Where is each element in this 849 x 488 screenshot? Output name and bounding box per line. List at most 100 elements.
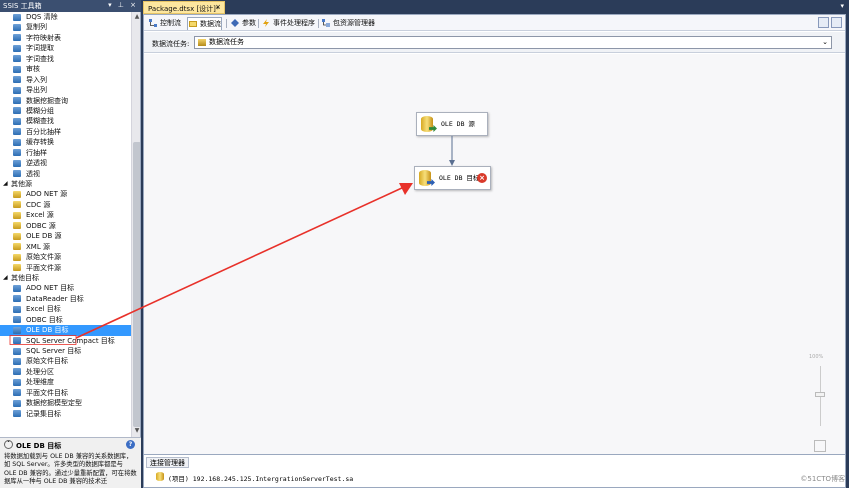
description-text: 将数据加载到与 OLE DB 兼容的关系数据库，如 SQL Server。许多类… bbox=[4, 453, 137, 486]
toolbox-title: SSIS 工具箱 bbox=[3, 2, 42, 10]
layout-icon[interactable] bbox=[831, 17, 842, 28]
tab-event-handlers[interactable]: 事件处理程序 bbox=[261, 17, 315, 30]
toolbox-item[interactable]: 百分比抽样 bbox=[0, 127, 131, 137]
toolbox-item[interactable]: XML 源 bbox=[0, 242, 131, 252]
toolbox-item[interactable]: 字词查找 bbox=[0, 54, 131, 64]
scroll-down-icon[interactable]: ▼ bbox=[133, 427, 140, 435]
toolbox-other-sources: ADO NET 源 CDC 源 Excel 源 ODBC 源 OLE DB 源 … bbox=[0, 189, 131, 273]
data-flow-icon bbox=[189, 21, 197, 27]
cache-transform-icon bbox=[13, 138, 21, 146]
toolbox-item[interactable]: CDC 源 bbox=[0, 200, 131, 210]
toolbox-item[interactable]: 数据挖掘模型定型 bbox=[0, 398, 131, 408]
close-tab-icon[interactable]: × bbox=[215, 3, 221, 11]
export-column-icon bbox=[13, 86, 21, 94]
scroll-up-icon[interactable]: ▲ bbox=[133, 13, 140, 21]
scrollbar-thumb[interactable] bbox=[133, 142, 140, 427]
parameters-icon bbox=[231, 19, 239, 27]
raw-file-source-icon bbox=[13, 253, 21, 261]
document-tab-package[interactable]: Package.dtsx [设计]* × bbox=[143, 1, 225, 14]
toolbox-item[interactable]: ADO NET 源 bbox=[0, 189, 131, 199]
data-flow-task-label: 数据流任务: bbox=[152, 40, 190, 48]
ole-db-source-node[interactable]: OLE DB 源 bbox=[416, 112, 488, 136]
toolbox-item[interactable]: 平面文件源 bbox=[0, 263, 131, 273]
help-icon[interactable]: ? bbox=[126, 440, 135, 449]
toolbox-other-destinations: ADO NET 目标 DataReader 目标 Excel 目标 ODBC 目… bbox=[0, 283, 131, 419]
data-flow-canvas[interactable]: OLE DB 源 OLE DB 目标 × 100% bbox=[144, 54, 845, 454]
zoom-to-fit-icon[interactable] bbox=[818, 17, 829, 28]
toolbox-item[interactable]: ODBC 目标 bbox=[0, 315, 131, 325]
odbc-source-icon bbox=[13, 222, 21, 230]
toolbox-item[interactable]: Excel 目标 bbox=[0, 304, 131, 314]
ole-db-destination-icon bbox=[13, 326, 21, 334]
chevron-down-icon[interactable]: ⌄ bbox=[822, 37, 828, 48]
tab-package-explorer[interactable]: 包资源管理器 bbox=[321, 17, 375, 30]
toolbox-item[interactable]: 逆透视 bbox=[0, 158, 131, 168]
data-flow-task-bar: 数据流任务: 数据流任务 ⌄ bbox=[144, 32, 845, 53]
connection-managers-panel: 连接管理器 (项目) 192.168.245.125.IntergrationS… bbox=[144, 454, 845, 487]
toolbox-item[interactable]: 记录集目标 bbox=[0, 409, 131, 419]
database-icon bbox=[156, 472, 164, 481]
toolbox-item[interactable]: 处理维度 bbox=[0, 377, 131, 387]
toolbox-item[interactable]: ODBC 源 bbox=[0, 221, 131, 231]
toolbox-item[interactable]: 透视 bbox=[0, 169, 131, 179]
tab-separator bbox=[258, 19, 259, 28]
group-other-destinations[interactable]: ◢ 其他目标 bbox=[0, 273, 131, 283]
connection-manager-item[interactable]: (项目) 192.168.245.125.IntergrationServerT… bbox=[156, 472, 353, 483]
tab-parameters[interactable]: 参数 bbox=[230, 17, 256, 30]
row-sampling-icon bbox=[13, 149, 21, 157]
error-icon[interactable]: × bbox=[477, 173, 487, 183]
toolbox-item[interactable]: 字词提取 bbox=[0, 43, 131, 53]
toolbox-item[interactable]: 模糊查找 bbox=[0, 116, 131, 126]
toolbox-item[interactable]: 原始文件源 bbox=[0, 252, 131, 262]
tab-control-flow[interactable]: 控制流 bbox=[148, 17, 181, 30]
toolbox-item[interactable]: 数据挖掘查询 bbox=[0, 96, 131, 106]
designer-tab-strip: 控制流 数据流 参数 事件处理程序 包资源管理器 bbox=[144, 15, 845, 31]
toolbox-item[interactable]: SQL Server 目标 bbox=[0, 346, 131, 356]
ado-net-source-icon bbox=[13, 190, 21, 198]
fuzzy-lookup-icon bbox=[13, 117, 21, 125]
partition-processing-icon bbox=[13, 368, 21, 376]
toolbox-item[interactable]: 原始文件目标 bbox=[0, 356, 131, 366]
audit-icon bbox=[13, 65, 21, 73]
collapse-icon[interactable]: ˇ bbox=[4, 440, 13, 449]
toolbox-item[interactable]: 平面文件目标 bbox=[0, 388, 131, 398]
tab-data-flow[interactable]: 数据流 bbox=[187, 17, 222, 30]
toolbox-scrollbar[interactable]: ▲ ▼ bbox=[131, 12, 140, 437]
ole-db-destination-node[interactable]: OLE DB 目标 × bbox=[414, 166, 491, 190]
toolbox-item[interactable]: ADO NET 目标 bbox=[0, 283, 131, 293]
toolbox-list: DQS 清除 复制列 字符映射表 字词提取 字词查找 审核 导入列 导出列 数据… bbox=[0, 12, 131, 419]
odbc-destination-icon bbox=[13, 316, 21, 324]
toolbox-item[interactable]: Excel 源 bbox=[0, 210, 131, 220]
toolbox-item[interactable]: DQS 清除 bbox=[0, 12, 131, 22]
recordset-destination-icon bbox=[13, 410, 21, 418]
toolbox-item[interactable]: SQL Server Compact 目标 bbox=[0, 336, 131, 346]
toolbox-item-selected[interactable]: OLE DB 目标 bbox=[0, 325, 131, 336]
cdc-source-icon bbox=[13, 201, 21, 209]
import-column-icon bbox=[13, 76, 21, 84]
ssis-toolbox: DQS 清除 复制列 字符映射表 字词提取 字词查找 审核 导入列 导出列 数据… bbox=[0, 12, 141, 437]
toolbox-item[interactable]: 审核 bbox=[0, 64, 131, 74]
toolbox-item[interactable]: 复制列 bbox=[0, 22, 131, 32]
toolbox-item[interactable]: OLE DB 源 bbox=[0, 231, 131, 241]
toolbox-item[interactable]: 处理分区 bbox=[0, 367, 131, 377]
fit-to-window-icon[interactable] bbox=[814, 440, 826, 452]
toolbox-item[interactable]: 字符映射表 bbox=[0, 33, 131, 43]
data-flow-task-select[interactable]: 数据流任务 ⌄ bbox=[194, 36, 832, 49]
toolbox-item[interactable]: 导出列 bbox=[0, 85, 131, 95]
zoom-control[interactable]: 100% bbox=[809, 354, 833, 464]
zoom-slider-handle[interactable] bbox=[815, 392, 825, 397]
group-other-sources[interactable]: ◢ 其他源 bbox=[0, 179, 131, 189]
xml-source-icon bbox=[13, 243, 21, 251]
term-extraction-icon bbox=[13, 44, 21, 52]
data-path-connector[interactable] bbox=[448, 136, 456, 166]
toolbox-item[interactable]: 模糊分组 bbox=[0, 106, 131, 116]
toolbox-item[interactable]: DataReader 目标 bbox=[0, 294, 131, 304]
toolbox-item[interactable]: 缓存转换 bbox=[0, 137, 131, 147]
excel-destination-icon bbox=[13, 305, 21, 313]
connection-managers-tab[interactable]: 连接管理器 bbox=[146, 457, 189, 468]
toolbox-window-buttons[interactable]: ▾ ⊥ × bbox=[108, 1, 138, 9]
document-list-dropdown-icon[interactable]: ▾ bbox=[840, 2, 844, 10]
character-map-icon bbox=[13, 34, 21, 42]
toolbox-item[interactable]: 行抽样 bbox=[0, 148, 131, 158]
toolbox-item[interactable]: 导入列 bbox=[0, 75, 131, 85]
